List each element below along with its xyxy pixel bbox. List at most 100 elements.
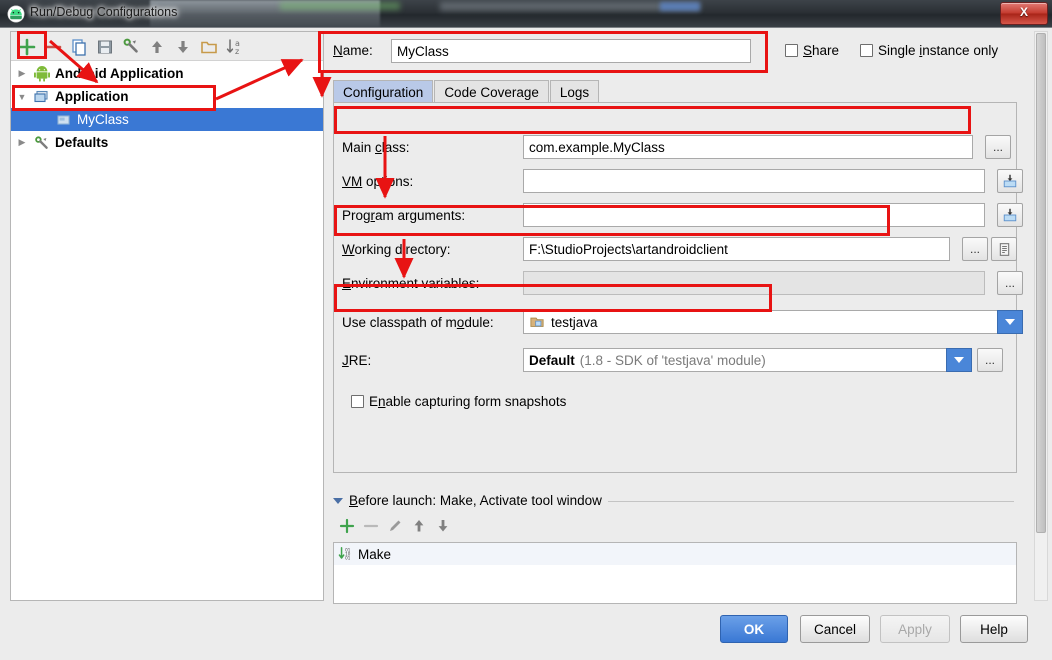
close-button[interactable]: X <box>1000 2 1048 25</box>
share-label: Share <box>803 43 840 58</box>
working-directory-browse-button[interactable]: ... <box>962 237 988 261</box>
expand-triangle-collapsed-icon[interactable]: ▶ <box>11 137 33 148</box>
ok-label: OK <box>743 621 765 637</box>
add-configuration-button[interactable] <box>17 37 37 57</box>
tab-label: Configuration <box>343 84 424 100</box>
task-label: Make <box>358 546 392 562</box>
dialog-button-bar: OK Cancel Apply Help <box>0 606 1052 660</box>
name-input[interactable] <box>391 39 751 63</box>
environment-variables-input[interactable] <box>523 271 985 295</box>
tree-item-defaults[interactable]: ▶ Defaults <box>11 131 323 154</box>
jre-browse-button[interactable]: ... <box>977 348 1003 372</box>
jre-dropdown-button[interactable] <box>946 348 972 372</box>
move-task-down-button[interactable] <box>434 517 452 537</box>
expand-triangle-collapsed-icon[interactable]: ▶ <box>11 68 33 79</box>
jre-value-default: Default <box>529 352 575 368</box>
wrench-icon <box>33 135 51 151</box>
save-configuration-button[interactable] <box>95 37 115 57</box>
cancel-button[interactable]: Cancel <box>800 615 870 643</box>
chevron-down-icon <box>1005 319 1015 325</box>
vm-options-row: VM options: <box>342 169 1023 195</box>
single-instance-checkbox[interactable]: Single instance only <box>860 43 998 58</box>
configuration-fields-panel: Main class: com.example.MyClass ... VM o… <box>333 102 1023 473</box>
working-directory-label: Working directory: <box>342 242 451 257</box>
vm-options-input[interactable] <box>523 169 985 193</box>
remove-configuration-button[interactable] <box>43 37 63 57</box>
before-launch-header[interactable]: Before launch: Make, Activate tool windo… <box>333 493 602 508</box>
tab-label: Logs <box>559 84 590 100</box>
expand-field-icon <box>1003 208 1017 222</box>
tab-label: Code Coverage <box>444 84 539 100</box>
help-button[interactable]: Help <box>960 615 1028 643</box>
use-classpath-module-dropdown-button[interactable] <box>997 310 1023 334</box>
expand-field-icon <box>1003 174 1017 188</box>
add-task-button[interactable] <box>338 517 356 537</box>
enable-form-snapshots-checkbox[interactable]: Enable capturing form snapshots <box>351 394 566 409</box>
svg-text:01: 01 <box>345 555 351 560</box>
vertical-scrollbar[interactable] <box>1034 31 1048 601</box>
sort-configurations-button[interactable]: a z <box>225 37 245 57</box>
compile-icon: 01 10 01 <box>338 547 351 560</box>
vm-options-expand-button[interactable] <box>997 169 1023 193</box>
main-class-browse-button[interactable]: ... <box>985 135 1011 159</box>
apply-button[interactable]: Apply <box>880 615 950 643</box>
main-class-input[interactable]: com.example.MyClass <box>523 135 973 159</box>
title-bar: Run/Debug Configurations X <box>0 0 1052 28</box>
ok-button[interactable]: OK <box>720 615 788 643</box>
tree-item-label: Defaults <box>55 135 109 150</box>
use-classpath-module-combo[interactable]: testjava <box>523 310 998 334</box>
program-arguments-row: Program arguments: <box>342 203 1023 229</box>
macro-list-icon <box>999 242 1009 256</box>
collapse-triangle-icon[interactable] <box>333 497 343 504</box>
tree-item-myclass[interactable]: MyClass <box>11 108 323 131</box>
svg-text:z: z <box>235 47 239 56</box>
move-down-button[interactable] <box>173 37 193 57</box>
working-directory-row: Working directory: F:\StudioProjects\art… <box>342 237 1017 263</box>
move-task-up-button[interactable] <box>410 517 428 537</box>
close-icon: X <box>1019 5 1028 19</box>
ellipsis-icon: ... <box>984 353 995 367</box>
program-arguments-input[interactable] <box>523 203 985 227</box>
move-up-button[interactable] <box>147 37 167 57</box>
edit-task-button[interactable] <box>386 517 404 537</box>
title-glow-green <box>280 2 400 10</box>
dialog-body: a z ▶ Android Application ▼ Application … <box>0 28 1052 660</box>
name-label: Name: <box>333 43 373 58</box>
ellipsis-icon: ... <box>992 140 1003 154</box>
environment-variables-browse-button[interactable]: ... <box>997 271 1023 295</box>
configurations-tree-panel: a z ▶ Android Application ▼ Application … <box>10 31 324 601</box>
tree-item-application[interactable]: ▼ Application <box>11 85 323 108</box>
tab-code-coverage[interactable]: Code Coverage <box>434 80 549 103</box>
tab-configuration[interactable]: Configuration <box>333 80 434 103</box>
ellipsis-icon: ... <box>969 242 980 256</box>
new-folder-button[interactable] <box>199 37 219 57</box>
share-checkbox[interactable]: Share <box>785 43 839 58</box>
tree-item-label: MyClass <box>77 112 129 127</box>
enable-form-snapshots-label: Enable capturing form snapshots <box>369 394 567 409</box>
checkbox-box-icon <box>785 44 798 57</box>
run-debug-configurations-dialog: Run/Debug Configurations X a z ▶ Android… <box>0 0 1052 660</box>
before-launch-task-make[interactable]: 01 10 01 Make <box>334 543 1016 565</box>
application-icon <box>33 89 51 105</box>
working-directory-macro-button[interactable] <box>991 237 1017 261</box>
use-classpath-module-value: testjava <box>551 314 598 330</box>
edit-defaults-button[interactable] <box>121 37 141 57</box>
main-class-label: Main class: <box>342 140 410 155</box>
program-arguments-expand-button[interactable] <box>997 203 1023 227</box>
program-arguments-label: Program arguments: <box>342 208 466 223</box>
jre-combo[interactable]: Default (1.8 - SDK of 'testjava' module) <box>523 348 972 372</box>
working-directory-value: F:\StudioProjects\artandroidclient <box>529 241 728 257</box>
tree-item-android-application[interactable]: ▶ Android Application <box>11 62 323 85</box>
jre-value-detail: (1.8 - SDK of 'testjava' module) <box>579 352 766 368</box>
remove-task-button[interactable] <box>362 517 380 537</box>
android-studio-icon <box>7 5 25 23</box>
tab-logs[interactable]: Logs <box>549 80 600 103</box>
working-directory-input[interactable]: F:\StudioProjects\artandroidclient <box>523 237 950 261</box>
help-label: Help <box>980 621 1008 637</box>
jre-row: JRE: Default (1.8 - SDK of 'testjava' mo… <box>342 348 1012 374</box>
main-class-value: com.example.MyClass <box>529 139 665 155</box>
expand-triangle-expanded-icon[interactable]: ▼ <box>11 92 33 102</box>
scrollbar-thumb[interactable] <box>1036 33 1046 533</box>
tree-item-label: Android Application <box>55 66 184 81</box>
copy-configuration-button[interactable] <box>69 37 89 57</box>
